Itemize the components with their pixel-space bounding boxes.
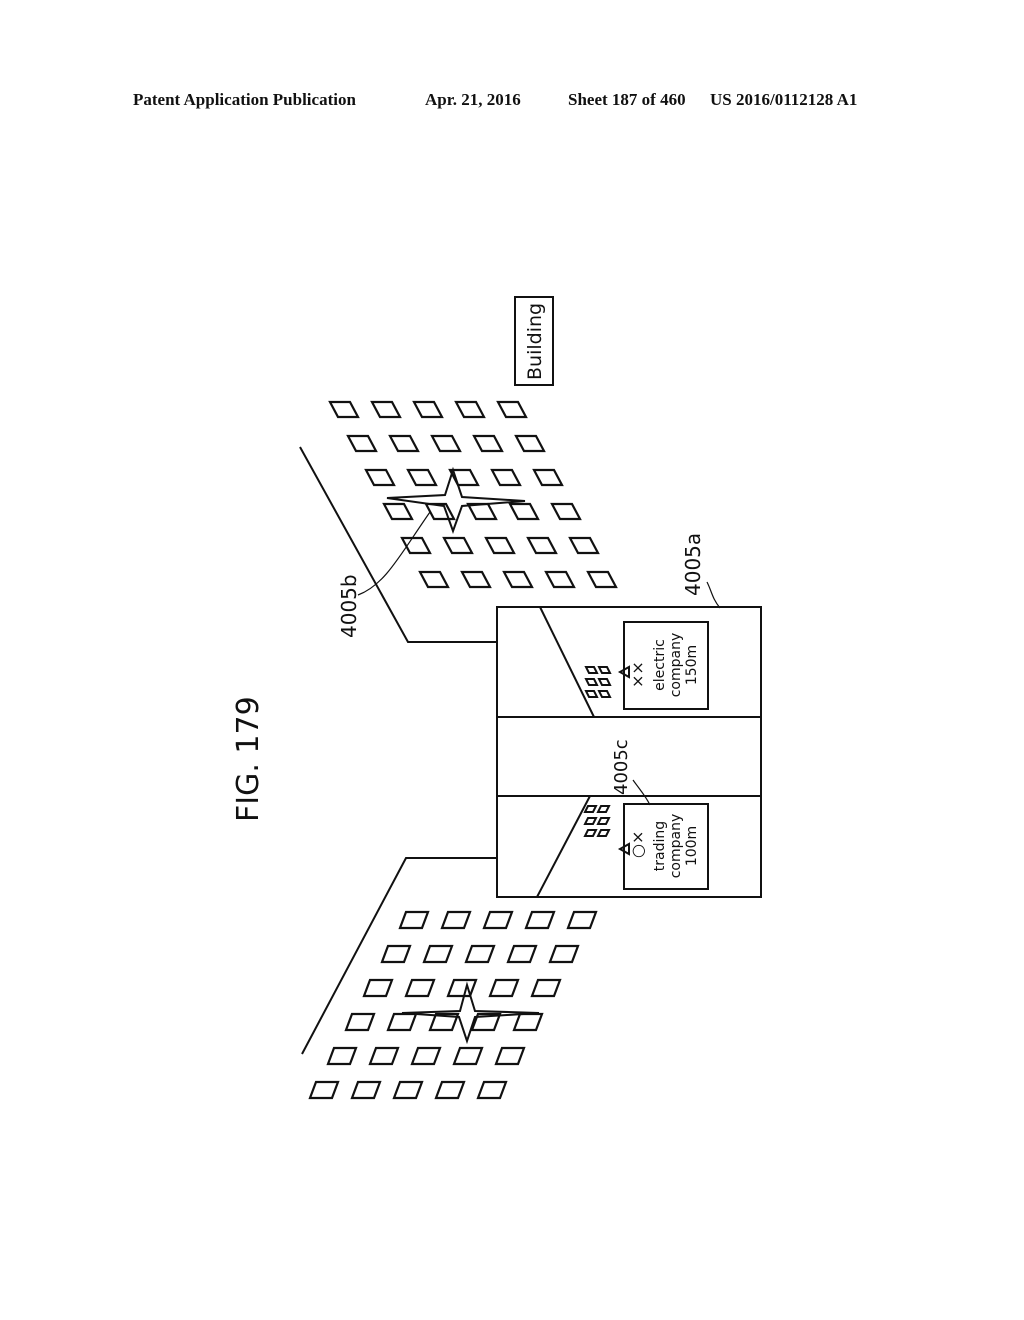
window [398,910,430,930]
window [544,570,576,589]
top-star-icon [386,466,526,534]
window [446,978,478,998]
distance-trading: 100m [684,826,700,866]
window [460,570,492,589]
window [524,910,556,930]
mini-window [584,666,599,674]
mini-window [596,829,611,837]
window [346,434,378,453]
window [308,1080,340,1100]
window [464,944,496,964]
ref-4005c-leader [632,779,651,806]
window [488,978,520,998]
window [388,434,420,453]
top-building-windows [328,400,618,589]
ref-4005b: 4005b [337,574,361,638]
mini-window [596,805,611,813]
bottom-building-windows [308,910,598,1100]
window [530,978,562,998]
window [364,468,396,487]
building-tag-text: Building [524,303,546,380]
window [476,1080,508,1100]
window [550,502,582,521]
window [514,434,546,453]
ref-4005a-leader [706,581,721,609]
mini-window [597,666,612,674]
window [502,570,534,589]
window [482,910,514,930]
company-name-electric-2: company [668,633,684,698]
window [434,1080,466,1100]
window [566,910,598,930]
window [350,1080,382,1100]
window [412,400,444,419]
mini-window [583,805,598,813]
window [532,468,564,487]
bottom-building-edge [536,795,591,898]
window [328,400,360,419]
window [454,400,486,419]
window [586,570,618,589]
mini-window [584,678,599,686]
mini-window [597,678,612,686]
window [400,536,432,555]
window [404,978,436,998]
building-tag: Building [514,296,554,386]
mini-window [583,817,598,825]
window [466,502,498,521]
company-name-electric-1: electric [652,639,668,691]
window [484,536,516,555]
rating-marks-electric: ×× [628,661,647,688]
window [386,1012,418,1032]
window [362,978,394,998]
mini-window [597,690,612,698]
window [526,536,558,555]
mini-window [583,829,598,837]
window [508,502,540,521]
window [494,1046,526,1066]
figure-drawing: FIG. 179 Building 4005b ×× electric comp… [231,296,762,1100]
mini-window [584,690,599,698]
window [512,1012,544,1032]
window [392,1080,424,1100]
company-name-trading-1: trading [652,821,668,871]
bottom-star-icon [401,981,540,1045]
company-name-trading-2: company [668,814,684,879]
window [452,1046,484,1066]
window [382,502,414,521]
ref-4005c: 4005c [611,739,632,795]
window [406,468,438,487]
window [442,536,474,555]
window [440,910,472,930]
rating-marks-trading: ○× [628,831,647,858]
window [430,434,462,453]
window [370,400,402,419]
window [410,1046,442,1066]
window [490,468,522,487]
figure-title: FIG. 179 [231,696,266,822]
window [506,944,538,964]
window [418,570,450,589]
window [548,944,580,964]
mini-window [596,817,611,825]
top-building-edge [539,606,595,718]
window [344,1012,376,1032]
window [568,536,600,555]
mini-windows-bottom [583,805,611,837]
ref-4005a: 4005a [681,533,705,596]
mini-windows-top [584,666,612,698]
window [380,944,412,964]
window [472,434,504,453]
window [326,1046,358,1066]
window [422,944,454,964]
distance-electric: 150m [684,645,700,685]
window [496,400,528,419]
display-panel: ×× electric company 150m ○× trading comp… [496,606,762,898]
window [368,1046,400,1066]
